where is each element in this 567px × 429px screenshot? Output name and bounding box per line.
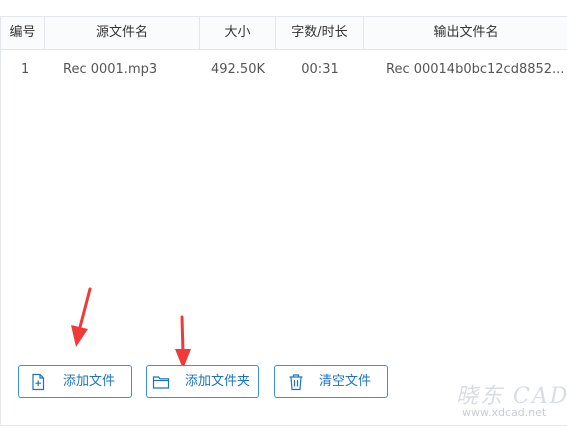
clear-files-label: 清空文件 — [319, 374, 372, 389]
add-file-label: 添加文件 — [63, 374, 116, 389]
cell-duration: 00:31 — [301, 62, 339, 77]
cell-size: 492.50K — [210, 62, 265, 77]
cell-source-name: Rec 0001.mp3 — [63, 62, 158, 77]
watermark: 晓东 CAD www.xdcad.net — [456, 378, 567, 424]
column-header-output-name[interactable]: 输出文件名 — [364, 17, 567, 49]
folder-icon — [152, 376, 170, 389]
watermark-url: www.xdcad.net — [462, 406, 547, 419]
table-header: 编号 源文件名 大小 字数/时长 输出文件名 — [1, 17, 567, 50]
file-plus-icon — [32, 373, 45, 391]
table-row[interactable]: 1 Rec 0001.mp3 492.50K 00:31 Rec 00014b0… — [1, 50, 567, 90]
arrow-down-icon — [175, 315, 191, 369]
column-header-size[interactable]: 大小 — [200, 17, 276, 49]
cell-output-name: Rec 00014b0bc12cd8852... — [386, 62, 565, 77]
trash-icon — [289, 374, 303, 391]
column-header-source-name[interactable]: 源文件名 — [45, 17, 200, 49]
cell-index: 1 — [21, 62, 30, 77]
column-header-index[interactable]: 编号 — [1, 17, 45, 49]
add-folder-label: 添加文件夹 — [185, 374, 251, 389]
add-folder-button[interactable]: 添加文件夹 — [146, 365, 259, 398]
arrow-down-icon — [71, 287, 92, 347]
add-file-button[interactable]: 添加文件 — [18, 365, 132, 398]
column-header-duration[interactable]: 字数/时长 — [276, 17, 364, 49]
clear-files-button[interactable]: 清空文件 — [274, 365, 388, 398]
